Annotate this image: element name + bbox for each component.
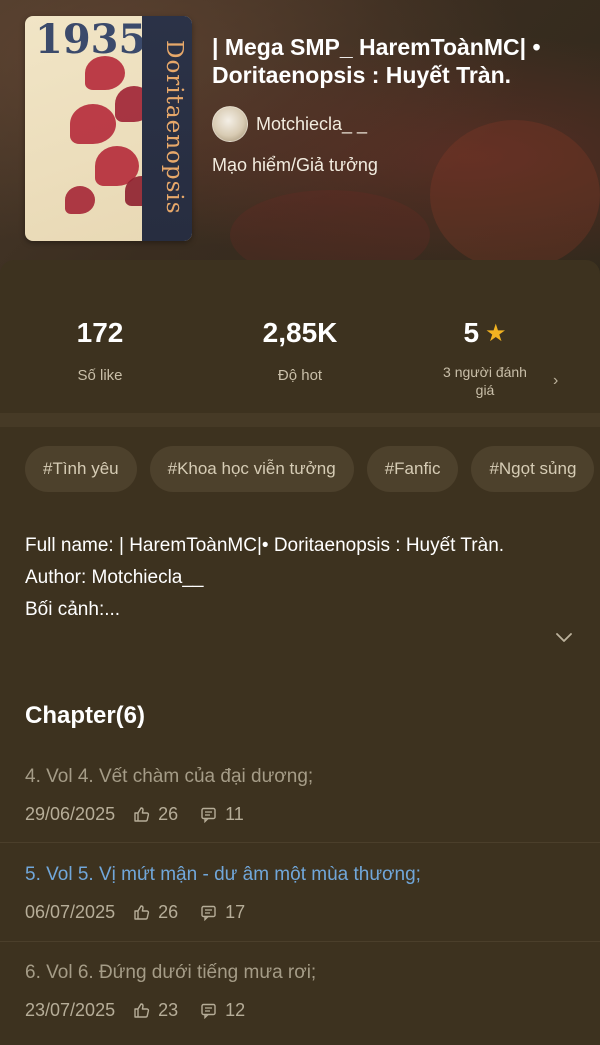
tag-chip[interactable]: #Fanfic (366, 446, 459, 492)
chapter-like-count: 23 (158, 999, 179, 1020)
chapter-date: 23/07/2025 (25, 999, 116, 1020)
chapter-title[interactable]: 6. Vol 6. Đứng dưới tiếng mưa rơi; (25, 962, 316, 984)
likes-count: 172 (76, 317, 124, 348)
thumbs-up-icon (134, 806, 150, 822)
description-line: Bối cảnh:... (25, 599, 121, 620)
likes-label: Số like (77, 367, 123, 384)
star-icon: ★ (485, 319, 507, 347)
chapter-like-count: 26 (158, 901, 179, 922)
story-description[interactable]: Full name: | HaremToànMC|• Doritaenopsis… (25, 530, 535, 626)
thumbs-up-icon (134, 1002, 150, 1018)
tag-chip[interactable]: #Ngọt sủng (471, 446, 595, 492)
chapter-divider (0, 941, 600, 942)
hero-header: 1935 Doritaenopsis | Mega SMP_ HaremToàn… (0, 0, 600, 285)
comment-icon (201, 1003, 216, 1019)
chapter-title[interactable]: 4. Vol 4. Vết chàm của đại dương; (25, 766, 313, 788)
orchid-petal (85, 56, 125, 90)
stats-row: 172 Số like 2,85K Độ hot 5 ★ 3 người đán… (0, 260, 600, 413)
description-line: Author: Motchiecla__ (25, 567, 204, 588)
stat-hot: 2,85K Độ hot (200, 315, 400, 384)
comment-icon (201, 905, 216, 921)
chapter-title[interactable]: 5. Vol 5. Vị mứt mận - dư âm một mùa thư… (25, 864, 421, 886)
rating-value: 5 (463, 317, 480, 348)
chapter-comment-count: 12 (225, 999, 246, 1020)
hero-background-blot (430, 120, 600, 270)
stat-likes: 172 Số like (0, 315, 200, 384)
chapter-divider (0, 842, 600, 843)
orchid-petal (65, 186, 95, 214)
hot-count: 2,85K (262, 317, 338, 348)
story-title: | Mega SMP_ HaremToànMC| • Doritaenopsis… (212, 34, 541, 88)
chapter-meta: 06/07/2025 26 17 (25, 902, 245, 922)
tag-list: #Tình yêu #Khoa học viễn tưởng #Fanfic #… (25, 446, 595, 492)
tag-chip[interactable]: #Khoa học viễn tưởng (149, 446, 354, 492)
orchid-petal (70, 104, 116, 144)
chevron-down-icon[interactable] (555, 628, 573, 646)
author-avatar[interactable] (212, 106, 248, 142)
chevron-right-icon[interactable]: › (553, 372, 558, 390)
book-cover[interactable]: 1935 Doritaenopsis (25, 16, 192, 241)
rating-value-row: 5 ★ (385, 315, 585, 351)
chapter-item[interactable]: 6. Vol 6. Đứng dưới tiếng mưa rơi; 23/07… (0, 962, 600, 1045)
description-line: Full name: | HaremToànMC|• Doritaenopsis… (25, 535, 505, 556)
cover-year: 1935 (35, 16, 147, 63)
chapter-comment-count: 17 (225, 901, 246, 922)
chapter-meta: 23/07/2025 23 12 (25, 1000, 245, 1020)
thumbs-up-icon (134, 904, 150, 920)
chapter-heading: Chapter(6) (25, 702, 146, 729)
chapter-meta: 29/06/2025 26 11 (25, 804, 244, 824)
chapter-item[interactable]: 4. Vol 4. Vết chàm của đại dương; 29/06/… (0, 766, 600, 865)
author-row[interactable]: Motchiecla_ _ (212, 106, 367, 142)
chapter-date: 06/07/2025 (25, 901, 116, 922)
rating-label: 3 người đánh giá (443, 364, 527, 398)
cover-title: Doritaenopsis (161, 40, 187, 215)
chapter-comment-count: 11 (225, 803, 244, 824)
hot-label: Độ hot (277, 367, 323, 384)
section-divider (0, 413, 600, 427)
chapter-item[interactable]: 5. Vol 5. Vị mứt mận - dư âm một mùa thư… (0, 864, 600, 963)
comment-icon (201, 807, 216, 823)
chapter-like-count: 26 (158, 803, 179, 824)
story-genre[interactable]: Mạo hiểm/Giả tưởng (212, 155, 378, 176)
author-name[interactable]: Motchiecla_ _ (256, 114, 367, 135)
tag-chip[interactable]: #Tình yêu (25, 446, 137, 492)
chapter-date: 29/06/2025 (25, 803, 116, 824)
